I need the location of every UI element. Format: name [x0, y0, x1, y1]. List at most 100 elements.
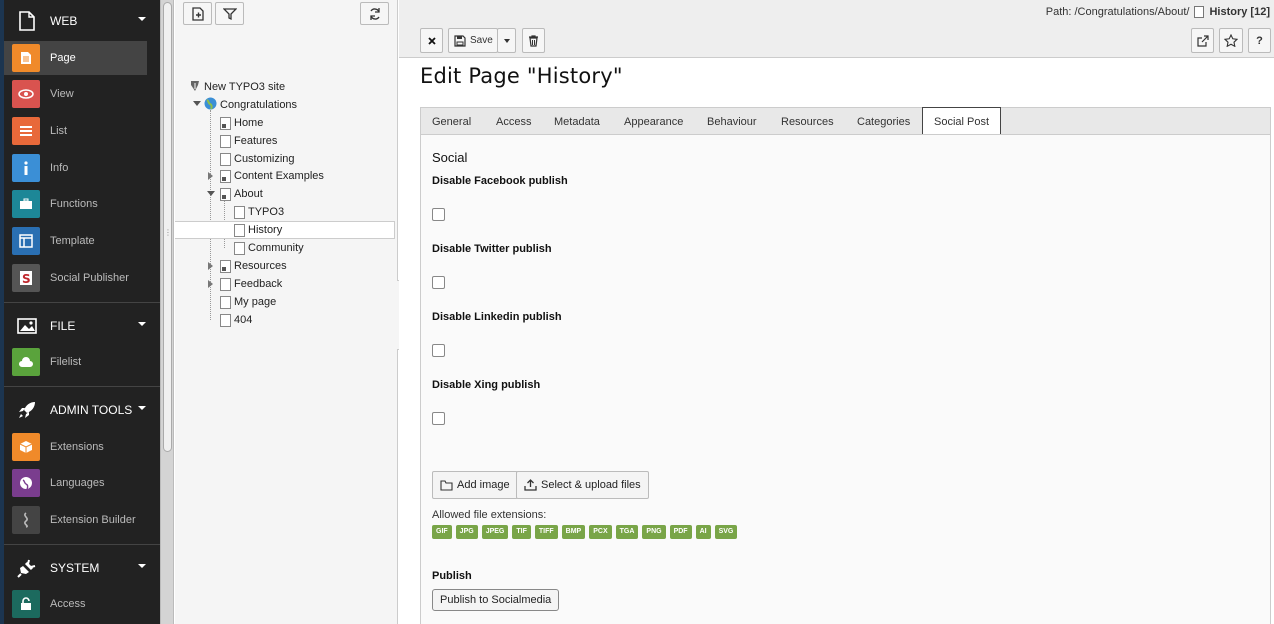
- page-icon: [220, 313, 231, 327]
- tab-social-post[interactable]: Social Post: [922, 107, 1002, 136]
- save-button[interactable]: Save: [448, 28, 498, 53]
- group-admin-tools[interactable]: ADMIN TOOLS: [4, 391, 160, 429]
- star-icon: [1224, 34, 1238, 47]
- resize-grip-icon[interactable]: ⋮: [164, 228, 172, 238]
- tree-item-label: Home: [234, 117, 264, 129]
- tree-item-customizing[interactable]: Customizing: [220, 150, 390, 168]
- tree-item-404[interactable]: 404: [220, 311, 390, 329]
- module-info[interactable]: Info: [4, 151, 147, 185]
- lock-icon: [12, 590, 40, 618]
- group-file[interactable]: FILE: [4, 307, 160, 345]
- module-label: View: [50, 88, 74, 100]
- expand-toggle-icon[interactable]: [208, 262, 213, 270]
- save-dropdown-button[interactable]: [497, 28, 516, 53]
- add-image-button[interactable]: Add image: [432, 471, 518, 499]
- module-menu: WEB Page View List Info Functions Templa…: [0, 0, 160, 624]
- globe-icon: [204, 97, 217, 113]
- group-web[interactable]: WEB: [4, 2, 160, 40]
- publish-to-socialmedia-button[interactable]: Publish to Socialmedia: [432, 589, 560, 611]
- module-label: Functions: [50, 198, 98, 210]
- module-template[interactable]: Template: [4, 224, 147, 258]
- extension-badge: PCX: [589, 525, 612, 539]
- tab-general[interactable]: General: [421, 108, 482, 135]
- tab-metadata[interactable]: Metadata: [543, 108, 611, 135]
- tab-appearance[interactable]: Appearance: [613, 108, 694, 135]
- page-ref: History [12]: [1209, 6, 1270, 18]
- tree-item-label: TYPO3: [248, 206, 285, 218]
- module-view[interactable]: View: [4, 77, 147, 111]
- external-link-icon: [1196, 34, 1209, 47]
- tree-item-label: History: [248, 224, 283, 236]
- close-button[interactable]: [420, 28, 443, 53]
- group-system[interactable]: SYSTEM: [4, 549, 160, 587]
- page-icon: [220, 134, 231, 148]
- save-icon: [454, 34, 466, 47]
- extension-badge: SVG: [714, 525, 738, 539]
- new-page-button[interactable]: [183, 2, 212, 25]
- globe-icon: [12, 469, 40, 497]
- refresh-button[interactable]: [360, 2, 389, 25]
- filter-button[interactable]: [215, 2, 244, 25]
- tree-item-content-examples[interactable]: Content Examples: [220, 167, 390, 185]
- page-icon: [234, 223, 245, 237]
- tree-item-history[interactable]: History: [175, 221, 395, 239]
- scrollbar-thumb[interactable]: [163, 2, 172, 452]
- collapse-toggle-icon[interactable]: [207, 191, 215, 196]
- tree-item-label: My page: [234, 296, 277, 308]
- module-social-publisher[interactable]: S Social Publisher: [4, 261, 147, 295]
- chevron-down-icon: [138, 17, 146, 21]
- module-languages[interactable]: Languages: [4, 466, 147, 500]
- tree-item-features[interactable]: Features: [220, 132, 390, 150]
- tree-item-label: Congratulations: [220, 99, 298, 111]
- page-icon: [220, 152, 231, 166]
- tree-item-community[interactable]: Community: [234, 239, 394, 257]
- breadcrumb: Path: /Congratulations/About/ History [1…: [1046, 6, 1270, 18]
- tree-item-label: 404: [234, 314, 253, 326]
- page-icon: [12, 44, 40, 72]
- expand-toggle-icon[interactable]: [208, 280, 213, 288]
- disable-xing-checkbox[interactable]: [432, 412, 445, 425]
- module-extensions[interactable]: Extensions: [4, 430, 147, 464]
- module-access[interactable]: Access: [4, 587, 147, 621]
- open-in-new-window-button[interactable]: [1191, 28, 1214, 53]
- module-label: Languages: [50, 477, 105, 489]
- tree-item-home[interactable]: Home: [220, 114, 390, 132]
- tab-access[interactable]: Access: [485, 108, 542, 135]
- module-filelist[interactable]: Filelist: [4, 345, 147, 379]
- refresh-icon: [369, 7, 380, 20]
- expand-toggle-icon[interactable]: [208, 172, 213, 180]
- help-icon: ?: [1256, 34, 1263, 47]
- delete-button[interactable]: [522, 28, 545, 53]
- module-extension-builder[interactable]: Extension Builder: [4, 503, 147, 537]
- tree-root[interactable]: New TYPO3 site: [189, 78, 389, 96]
- upload-files-button[interactable]: Select & upload files: [516, 471, 649, 499]
- extension-badge: JPG: [455, 525, 478, 539]
- tree-item-my-page[interactable]: My page: [220, 293, 390, 311]
- module-list[interactable]: List: [4, 114, 147, 148]
- disable-facebook-checkbox[interactable]: [432, 208, 445, 221]
- disable-linkedin-checkbox[interactable]: [432, 344, 445, 357]
- publish-label: Publish: [432, 570, 472, 582]
- tree-item-label: Resources: [234, 260, 287, 272]
- help-button[interactable]: ?: [1248, 28, 1271, 53]
- module-label: Social Publisher: [50, 272, 129, 284]
- tree-item-about[interactable]: About: [220, 185, 390, 203]
- allowed-extensions-label: Allowed file extensions:: [432, 509, 547, 521]
- tab-resources[interactable]: Resources: [770, 108, 845, 135]
- extension-badge: GIF: [432, 525, 452, 539]
- module-page[interactable]: Page: [4, 41, 147, 75]
- module-functions[interactable]: Functions: [4, 187, 147, 221]
- tab-categories[interactable]: Categories: [846, 108, 921, 135]
- disable-twitter-checkbox[interactable]: [432, 276, 445, 289]
- page-title: Edit Page "History": [420, 64, 623, 88]
- tree-item-resources[interactable]: Resources: [220, 257, 390, 275]
- extension-badges: GIF JPG JPEG TIF TIFF BMP PCX TGA PNG PD…: [432, 525, 741, 539]
- expand-toggle-icon[interactable]: [193, 101, 201, 106]
- new-page-icon: [191, 6, 204, 21]
- bookmark-button[interactable]: [1219, 28, 1243, 53]
- tab-behaviour[interactable]: Behaviour: [696, 108, 768, 135]
- tree-item-typo3[interactable]: TYPO3: [234, 203, 394, 221]
- module-menu-scrollbar[interactable]: ⋮: [160, 0, 174, 624]
- tree-item-congratulations[interactable]: Congratulations: [204, 96, 394, 114]
- tree-item-feedback[interactable]: Feedback: [220, 275, 390, 293]
